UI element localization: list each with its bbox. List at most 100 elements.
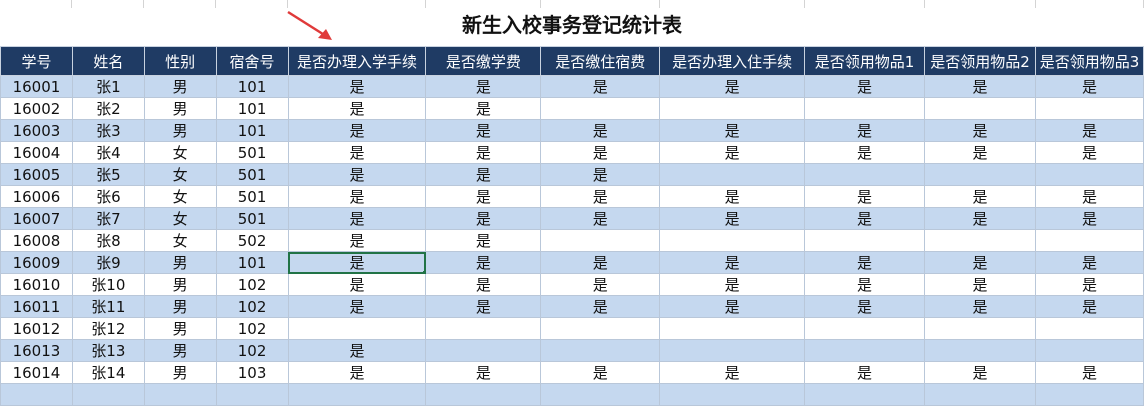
table-cell[interactable]: 是 bbox=[1034, 75, 1144, 98]
table-cell[interactable]: 是 bbox=[1034, 185, 1144, 208]
table-cell[interactable]: 是 bbox=[287, 295, 427, 318]
table-cell[interactable]: 是 bbox=[425, 185, 542, 208]
table-cell[interactable] bbox=[0, 383, 73, 406]
table-cell[interactable] bbox=[287, 383, 427, 406]
column-header[interactable]: 是否缴学费 bbox=[425, 46, 542, 76]
table-cell[interactable] bbox=[540, 97, 661, 120]
table-cell[interactable] bbox=[924, 163, 1036, 186]
table-cell[interactable]: 501 bbox=[215, 207, 289, 230]
table-cell[interactable]: 是 bbox=[425, 361, 542, 384]
table-cell[interactable]: 是 bbox=[659, 75, 806, 98]
table-cell[interactable] bbox=[425, 317, 542, 340]
table-cell[interactable]: 102 bbox=[215, 295, 289, 318]
table-cell[interactable]: 是 bbox=[804, 295, 925, 318]
table-cell[interactable]: 是 bbox=[425, 251, 542, 274]
table-cell[interactable]: 是 bbox=[924, 361, 1036, 384]
table-cell[interactable]: 是 bbox=[540, 295, 661, 318]
table-cell[interactable]: 是 bbox=[287, 185, 427, 208]
table-cell[interactable]: 是 bbox=[425, 295, 542, 318]
column-header[interactable]: 姓名 bbox=[71, 46, 145, 76]
table-cell[interactable]: 男 bbox=[143, 75, 217, 98]
table-cell[interactable]: 是 bbox=[924, 251, 1036, 274]
table-cell[interactable] bbox=[540, 229, 661, 252]
table-cell[interactable]: 是 bbox=[804, 361, 925, 384]
table-cell[interactable]: 是 bbox=[804, 75, 925, 98]
table-cell[interactable]: 女 bbox=[143, 207, 217, 230]
table-cell[interactable]: 是 bbox=[287, 361, 427, 384]
table-cell[interactable] bbox=[804, 339, 925, 362]
table-cell[interactable]: 是 bbox=[425, 75, 542, 98]
table-cell[interactable]: 是 bbox=[287, 163, 427, 186]
table-cell[interactable]: 张5 bbox=[71, 163, 145, 186]
table-cell[interactable]: 张13 bbox=[71, 339, 145, 362]
table-cell[interactable]: 102 bbox=[215, 273, 289, 296]
table-cell[interactable] bbox=[143, 383, 217, 406]
table-cell[interactable]: 是 bbox=[287, 119, 427, 142]
table-cell[interactable]: 张1 bbox=[71, 75, 145, 98]
table-cell[interactable]: 16003 bbox=[0, 119, 73, 142]
table-cell[interactable] bbox=[924, 339, 1036, 362]
table-cell[interactable]: 是 bbox=[924, 273, 1036, 296]
table-cell[interactable] bbox=[659, 383, 806, 406]
table-cell[interactable]: 是 bbox=[287, 207, 427, 230]
table-cell[interactable]: 103 bbox=[215, 361, 289, 384]
table-cell[interactable]: 是 bbox=[287, 75, 427, 98]
column-header[interactable]: 是否办理入学手续 bbox=[287, 46, 427, 76]
table-cell[interactable]: 是 bbox=[540, 361, 661, 384]
table-cell[interactable]: 是 bbox=[924, 185, 1036, 208]
table-cell[interactable]: 101 bbox=[215, 75, 289, 98]
table-cell[interactable] bbox=[425, 383, 542, 406]
table-cell[interactable]: 是 bbox=[1034, 251, 1144, 274]
table-cell[interactable]: 是 bbox=[659, 141, 806, 164]
table-cell[interactable]: 男 bbox=[143, 339, 217, 362]
table-cell[interactable]: 16002 bbox=[0, 97, 73, 120]
table-cell[interactable] bbox=[804, 317, 925, 340]
table-cell[interactable]: 是 bbox=[804, 273, 925, 296]
column-header[interactable]: 性别 bbox=[143, 46, 217, 76]
table-cell[interactable]: 张8 bbox=[71, 229, 145, 252]
table-cell[interactable] bbox=[287, 317, 427, 340]
table-cell[interactable]: 是 bbox=[924, 119, 1036, 142]
table-cell[interactable]: 是 bbox=[804, 141, 925, 164]
table-cell[interactable]: 张9 bbox=[71, 251, 145, 274]
table-cell[interactable]: 501 bbox=[215, 141, 289, 164]
table-cell[interactable] bbox=[659, 339, 806, 362]
column-header[interactable]: 是否领用物品3 bbox=[1034, 46, 1144, 76]
table-cell[interactable] bbox=[1034, 317, 1144, 340]
table-cell[interactable]: 是 bbox=[540, 141, 661, 164]
table-cell[interactable]: 16009 bbox=[0, 251, 73, 274]
table-cell[interactable] bbox=[659, 163, 806, 186]
table-cell[interactable] bbox=[1034, 163, 1144, 186]
table-cell[interactable]: 是 bbox=[540, 163, 661, 186]
table-cell[interactable]: 张12 bbox=[71, 317, 145, 340]
table-cell[interactable]: 16006 bbox=[0, 185, 73, 208]
table-cell[interactable]: 男 bbox=[143, 295, 217, 318]
table-cell[interactable] bbox=[804, 229, 925, 252]
table-cell[interactable] bbox=[659, 97, 806, 120]
table-cell[interactable]: 男 bbox=[143, 361, 217, 384]
table-cell[interactable] bbox=[659, 229, 806, 252]
table-cell[interactable] bbox=[804, 383, 925, 406]
table-cell[interactable]: 是 bbox=[287, 97, 427, 120]
table-cell[interactable]: 16011 bbox=[0, 295, 73, 318]
column-header[interactable]: 是否缴住宿费 bbox=[540, 46, 661, 76]
table-cell[interactable]: 是 bbox=[1034, 295, 1144, 318]
table-cell[interactable]: 16013 bbox=[0, 339, 73, 362]
table-cell[interactable]: 女 bbox=[143, 185, 217, 208]
table-cell[interactable]: 女 bbox=[143, 229, 217, 252]
table-cell[interactable] bbox=[540, 317, 661, 340]
table-cell[interactable] bbox=[924, 383, 1036, 406]
table-cell[interactable]: 是 bbox=[804, 251, 925, 274]
table-cell[interactable]: 女 bbox=[143, 141, 217, 164]
table-cell[interactable] bbox=[215, 383, 289, 406]
table-cell[interactable]: 是 bbox=[659, 185, 806, 208]
table-cell[interactable]: 张11 bbox=[71, 295, 145, 318]
table-cell[interactable]: 是 bbox=[659, 207, 806, 230]
column-header[interactable]: 宿舍号 bbox=[215, 46, 289, 76]
table-cell[interactable]: 是 bbox=[287, 273, 427, 296]
table-cell[interactable]: 男 bbox=[143, 251, 217, 274]
table-cell[interactable] bbox=[540, 383, 661, 406]
table-cell[interactable]: 是 bbox=[804, 207, 925, 230]
table-cell[interactable]: 张10 bbox=[71, 273, 145, 296]
table-cell[interactable]: 是 bbox=[924, 295, 1036, 318]
